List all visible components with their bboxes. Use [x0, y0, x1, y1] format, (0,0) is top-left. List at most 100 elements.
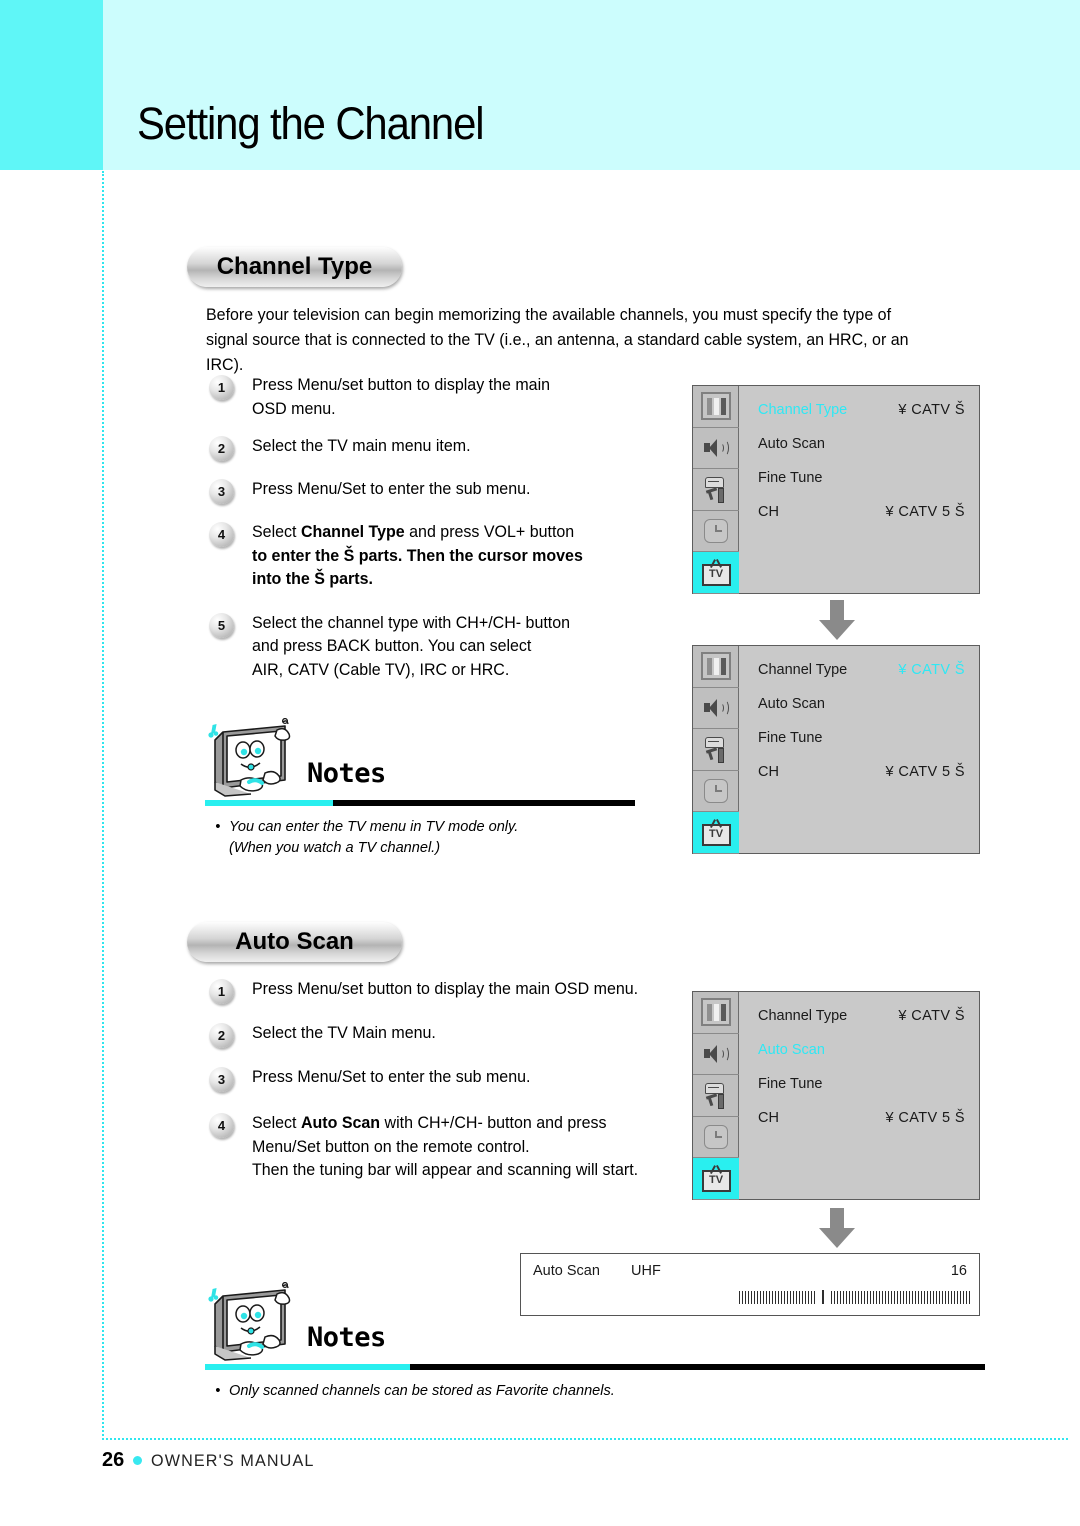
step-number-badge: 4	[209, 522, 234, 547]
section-heading-channel-type: Channel Type	[187, 247, 402, 287]
step-number-badge: 2	[209, 1023, 234, 1048]
osd-row[interactable]: CH ¥ CATV 5 Š	[739, 755, 979, 789]
notes-body-text: • You can enter the TV menu in TV mode o…	[215, 816, 519, 858]
step-item: 2 Select the TV Main menu.	[209, 1022, 669, 1048]
osd-row-label: Channel Type	[758, 402, 848, 418]
tv-icon[interactable]: TV	[693, 552, 739, 594]
tv-icon-label: TV	[701, 563, 731, 586]
tv-icon[interactable]: TV	[693, 1158, 739, 1200]
step-text: Select Channel Type and press VOL+ butto…	[252, 521, 583, 592]
setup-icon[interactable]	[693, 1075, 739, 1117]
osd-icon-rail: TV	[693, 646, 739, 854]
step-line: with CH+/CH- button and press	[380, 1114, 607, 1132]
notes-line: Only scanned channels can be stored as F…	[229, 1382, 615, 1399]
step-text: Select the TV main menu item.	[252, 437, 471, 455]
page-footer: 26 OWNER'S MANUAL	[102, 1449, 323, 1472]
osd-row-value: ¥ CATV Š	[898, 402, 965, 418]
tv-mascot-icon	[205, 1282, 315, 1374]
osd-row[interactable]: Auto Scan	[739, 687, 979, 721]
osd-row-list: Channel Type ¥ CATV Š Auto Scan Fine Tun…	[739, 386, 979, 593]
page-header-band: Setting the Channel	[0, 0, 1080, 170]
osd-row[interactable]: Fine Tune	[739, 461, 979, 495]
osd-row-label: Channel Type	[758, 662, 848, 678]
osd-row[interactable]: Channel Type ¥ CATV Š	[739, 653, 979, 687]
osd-row[interactable]: CH ¥ CATV 5 Š	[739, 1101, 979, 1135]
picture-icon[interactable]	[693, 646, 739, 688]
step-line: into the Š parts.	[252, 570, 373, 588]
flow-arrow-down-icon	[819, 1208, 855, 1248]
notes-header-row: Notes	[205, 1276, 985, 1372]
osd-row[interactable]: Fine Tune	[739, 721, 979, 755]
osd-row-label: Auto Scan	[758, 436, 825, 452]
clock-icon[interactable]	[693, 771, 739, 813]
osd-row[interactable]: Auto Scan	[739, 427, 979, 461]
osd-row-list: Channel Type ¥ CATV Š Auto Scan Fine Tun…	[739, 646, 979, 853]
step-text: Select the TV Main menu.	[252, 1024, 436, 1042]
step-number-badge: 3	[209, 479, 234, 504]
tv-icon-label: TV	[701, 823, 731, 846]
step-line: Select	[252, 523, 301, 541]
osd-menu-panel[interactable]: TV Channel Type ¥ CATV Š Auto Scan Fine …	[692, 645, 980, 854]
step-line: and press BACK button. You can select	[252, 637, 532, 655]
step-item: 2 Select the TV main menu item.	[209, 435, 659, 461]
steps-list-auto-scan: 1 Press Menu/set button to display the m…	[209, 978, 669, 1197]
footer-bullet-icon	[133, 1456, 143, 1465]
step-item: 3 Press Menu/Set to enter the sub menu.	[209, 1066, 669, 1092]
osd-row[interactable]: Channel Type ¥ CATV Š	[739, 393, 979, 427]
step-line: Press Menu/set button to display the mai…	[252, 376, 551, 394]
audio-icon[interactable]	[693, 688, 739, 730]
step-emphasis: Channel Type	[300, 523, 405, 541]
clock-icon[interactable]	[693, 1117, 739, 1159]
step-item: 4 Select Auto Scan with CH+/CH- button a…	[209, 1112, 669, 1183]
osd-row-value: ¥ CATV 5 Š	[885, 1110, 965, 1126]
picture-icon[interactable]	[693, 992, 739, 1034]
step-item: 1 Press Menu/set button to display the m…	[209, 374, 659, 421]
osd-icon-rail: TV	[693, 992, 739, 1200]
osd-icon-rail: TV	[693, 386, 739, 594]
step-number-badge: 2	[209, 436, 234, 461]
picture-icon[interactable]	[693, 386, 739, 428]
setup-icon[interactable]	[693, 469, 739, 511]
notes-line: You can enter the TV menu in TV mode onl…	[229, 818, 519, 835]
osd-row-label: Fine Tune	[758, 470, 823, 486]
tv-mascot-icon	[205, 718, 315, 810]
step-text: Select the channel type with CH+/CH- but…	[252, 612, 570, 683]
step-number-badge: 1	[209, 979, 234, 1004]
osd-row-label: Auto Scan	[758, 1042, 825, 1058]
osd-row[interactable]: Fine Tune	[739, 1067, 979, 1101]
step-line: Then the tuning bar will appear and scan…	[252, 1161, 639, 1179]
osd-row-label: CH	[758, 1110, 779, 1126]
setup-icon[interactable]	[693, 729, 739, 771]
osd-row-value: ¥ CATV Š	[898, 1008, 965, 1024]
step-item: 5 Select the channel type with CH+/CH- b…	[209, 612, 659, 683]
flow-arrow-down-icon	[819, 600, 855, 640]
notes-block: Notes • You can enter the TV menu in TV …	[205, 712, 635, 856]
audio-icon[interactable]	[693, 1034, 739, 1076]
step-line: to enter the Š parts. Then the cursor mo…	[252, 546, 583, 565]
tv-icon[interactable]: TV	[693, 812, 739, 854]
intro-paragraph: Before your television can begin memoriz…	[206, 306, 909, 374]
osd-row[interactable]: CH ¥ CATV 5 Š	[739, 495, 979, 529]
step-item: 4 Select Channel Type and press VOL+ but…	[209, 521, 659, 592]
notes-heading: Notes	[307, 758, 386, 789]
step-line: AIR, CATV (Cable TV), IRC or HRC.	[252, 660, 510, 679]
osd-row[interactable]: Channel Type ¥ CATV Š	[739, 999, 979, 1033]
clock-icon[interactable]	[693, 511, 739, 553]
osd-row-value: ¥ CATV 5 Š	[885, 764, 965, 780]
osd-row-list: Channel Type ¥ CATV Š Auto Scan Fine Tun…	[739, 992, 979, 1199]
audio-icon[interactable]	[693, 428, 739, 470]
step-text: Press Menu/Set to enter the sub menu.	[252, 480, 531, 498]
step-text: Press Menu/Set to enter the sub menu.	[252, 1068, 531, 1086]
step-line: Select	[252, 1114, 301, 1132]
osd-row[interactable]: Auto Scan	[739, 1033, 979, 1067]
osd-menu-panel[interactable]: TV Channel Type ¥ CATV Š Auto Scan Fine …	[692, 385, 980, 594]
step-number-badge: 5	[209, 612, 234, 638]
notes-line: (When you watch a TV channel.)	[229, 839, 441, 856]
osd-row-label: Auto Scan	[758, 696, 825, 712]
osd-menu-panel[interactable]: TV Channel Type ¥ CATV Š Auto Scan Fine …	[692, 991, 980, 1200]
step-number-badge: 4	[209, 1113, 234, 1138]
step-line: Select the channel type with CH+/CH- but…	[252, 613, 571, 632]
step-text: Press Menu/set button to display the mai…	[252, 980, 639, 998]
header-color-tab	[0, 0, 103, 170]
notes-header-row: Notes	[205, 712, 635, 808]
